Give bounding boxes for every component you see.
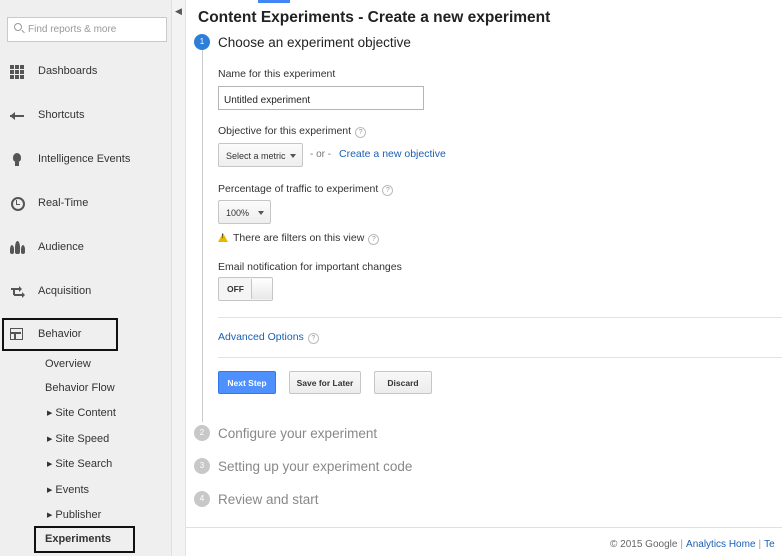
subitem-label: Behavior Flow [45, 382, 115, 394]
name-label: Name for this experiment [218, 68, 336, 80]
sidebar-item-dashboards[interactable]: Dashboards [0, 60, 172, 84]
step-2-title: Configure your experiment [218, 426, 378, 441]
divider [218, 357, 782, 358]
page-title: Content Experiments - Create a new exper… [198, 9, 551, 26]
search-placeholder: Find reports & more [28, 24, 117, 35]
sidebar-subitem-overview[interactable]: Overview [45, 358, 91, 370]
select-value: Select a metric [226, 151, 286, 161]
sidebar-item-label: Real-Time [38, 197, 89, 209]
toggle-state: OFF [227, 284, 244, 294]
email-notification-label: Email notification for important changes [218, 261, 402, 273]
objective-label: Objective for this experiment? [218, 125, 367, 138]
shortcut-arrow-icon [10, 109, 26, 123]
clock-icon [10, 197, 26, 211]
sidebar-subitem-publisher[interactable]: ▶ Publisher [47, 509, 101, 521]
select-value: 100% [226, 208, 250, 218]
save-for-later-button[interactable]: Save for Later [289, 371, 361, 394]
chevron-down-icon [290, 154, 296, 158]
email-notification-toggle[interactable]: OFF [218, 277, 273, 301]
subitem-label: Site Speed [55, 433, 110, 445]
acquisition-arrows-icon [10, 285, 26, 299]
sidebar-collapse-bar[interactable]: ◀ [172, 0, 186, 556]
sidebar-item-label: Acquisition [38, 285, 92, 297]
discard-button[interactable]: Discard [374, 371, 432, 394]
traffic-label-text: Percentage of traffic to experiment [218, 183, 379, 195]
objective-metric-select[interactable]: Select a metric [218, 143, 303, 167]
step-timeline [202, 50, 203, 422]
step-3-number: 3 [194, 458, 210, 474]
help-icon[interactable]: ? [382, 185, 394, 196]
sidebar-item-acquisition[interactable]: Acquisition [0, 280, 172, 304]
step-4-number: 4 [194, 491, 210, 507]
toggle-knob [251, 279, 272, 299]
sidebar-item-label: Intelligence Events [38, 153, 131, 165]
people-icon [10, 241, 26, 255]
help-icon[interactable]: ? [355, 127, 367, 138]
terms-link[interactable]: Te [764, 539, 775, 550]
experiments-highlight-box [34, 526, 135, 553]
behavior-highlight-box [2, 318, 118, 351]
or-separator: - or - [310, 149, 332, 160]
objective-label-text: Objective for this experiment [218, 125, 352, 137]
step-4-title: Review and start [218, 492, 319, 507]
subitem-label: Site Content [55, 407, 116, 419]
create-objective-link[interactable]: Create a new objective [339, 148, 446, 160]
subitem-label: Publisher [55, 509, 102, 521]
expand-triangle-icon: ▶ [47, 410, 53, 417]
sidebar-item-shortcuts[interactable]: Shortcuts [0, 104, 172, 128]
expand-triangle-icon: ▶ [47, 487, 53, 494]
sidebar-subitem-site-search[interactable]: ▶ Site Search [47, 458, 112, 470]
expand-triangle-icon: ▶ [47, 512, 53, 519]
sidebar-subitem-events[interactable]: ▶ Events [47, 484, 89, 496]
help-icon[interactable]: ? [307, 333, 319, 344]
copyright: © 2015 Google [610, 539, 678, 550]
chevron-down-icon [258, 211, 264, 215]
search-input[interactable]: Find reports & more [7, 17, 167, 42]
advanced-options-link[interactable]: Advanced Options? [218, 331, 319, 344]
filter-warning: There are filters on this view? [218, 232, 380, 245]
sidebar-item-real-time[interactable]: Real-Time [0, 192, 172, 216]
lightbulb-icon [10, 153, 26, 167]
divider [218, 317, 782, 318]
advanced-options-text: Advanced Options [218, 331, 304, 343]
sidebar-item-label: Shortcuts [38, 109, 85, 121]
top-accent-bar [258, 0, 290, 3]
sidebar: Find reports & more Dashboards Shortcuts… [0, 0, 172, 556]
traffic-percentage-select[interactable]: 100% [218, 200, 271, 224]
sidebar-item-label: Dashboards [38, 65, 98, 77]
analytics-home-link[interactable]: Analytics Home [686, 539, 755, 550]
expand-triangle-icon: ▶ [47, 436, 53, 443]
footer: © 2015 Google | Analytics Home | Te [610, 539, 775, 550]
step-1-number: 1 [194, 34, 210, 50]
filter-warning-text: There are filters on this view [233, 232, 365, 244]
sidebar-subitem-site-speed[interactable]: ▶ Site Speed [47, 433, 109, 445]
experiment-name-input[interactable] [218, 86, 424, 110]
footer-separator: | [758, 539, 762, 550]
help-icon[interactable]: ? [368, 234, 380, 245]
sidebar-item-intelligence-events[interactable]: Intelligence Events [0, 148, 172, 172]
sidebar-subitem-site-content[interactable]: ▶ Site Content [47, 407, 116, 419]
step-3-title: Setting up your experiment code [218, 459, 413, 474]
grid-icon [10, 65, 26, 79]
expand-triangle-icon: ▶ [47, 461, 53, 468]
warning-icon [218, 233, 228, 242]
footer-separator: | [680, 539, 684, 550]
sidebar-subitem-behavior-flow[interactable]: Behavior Flow [45, 382, 115, 394]
footer-divider [186, 527, 782, 528]
traffic-label: Percentage of traffic to experiment? [218, 183, 394, 196]
sidebar-item-audience[interactable]: Audience [0, 236, 172, 260]
collapse-arrow-icon: ◀ [175, 6, 182, 16]
sidebar-item-label: Audience [38, 241, 84, 253]
step-2-number: 2 [194, 425, 210, 441]
subitem-label: Site Search [55, 458, 113, 470]
search-icon [14, 23, 22, 31]
step-1-title: Choose an experiment objective [218, 35, 411, 50]
next-step-button[interactable]: Next Step [218, 371, 276, 394]
subitem-label: Events [55, 484, 90, 496]
subitem-label: Overview [45, 358, 91, 370]
